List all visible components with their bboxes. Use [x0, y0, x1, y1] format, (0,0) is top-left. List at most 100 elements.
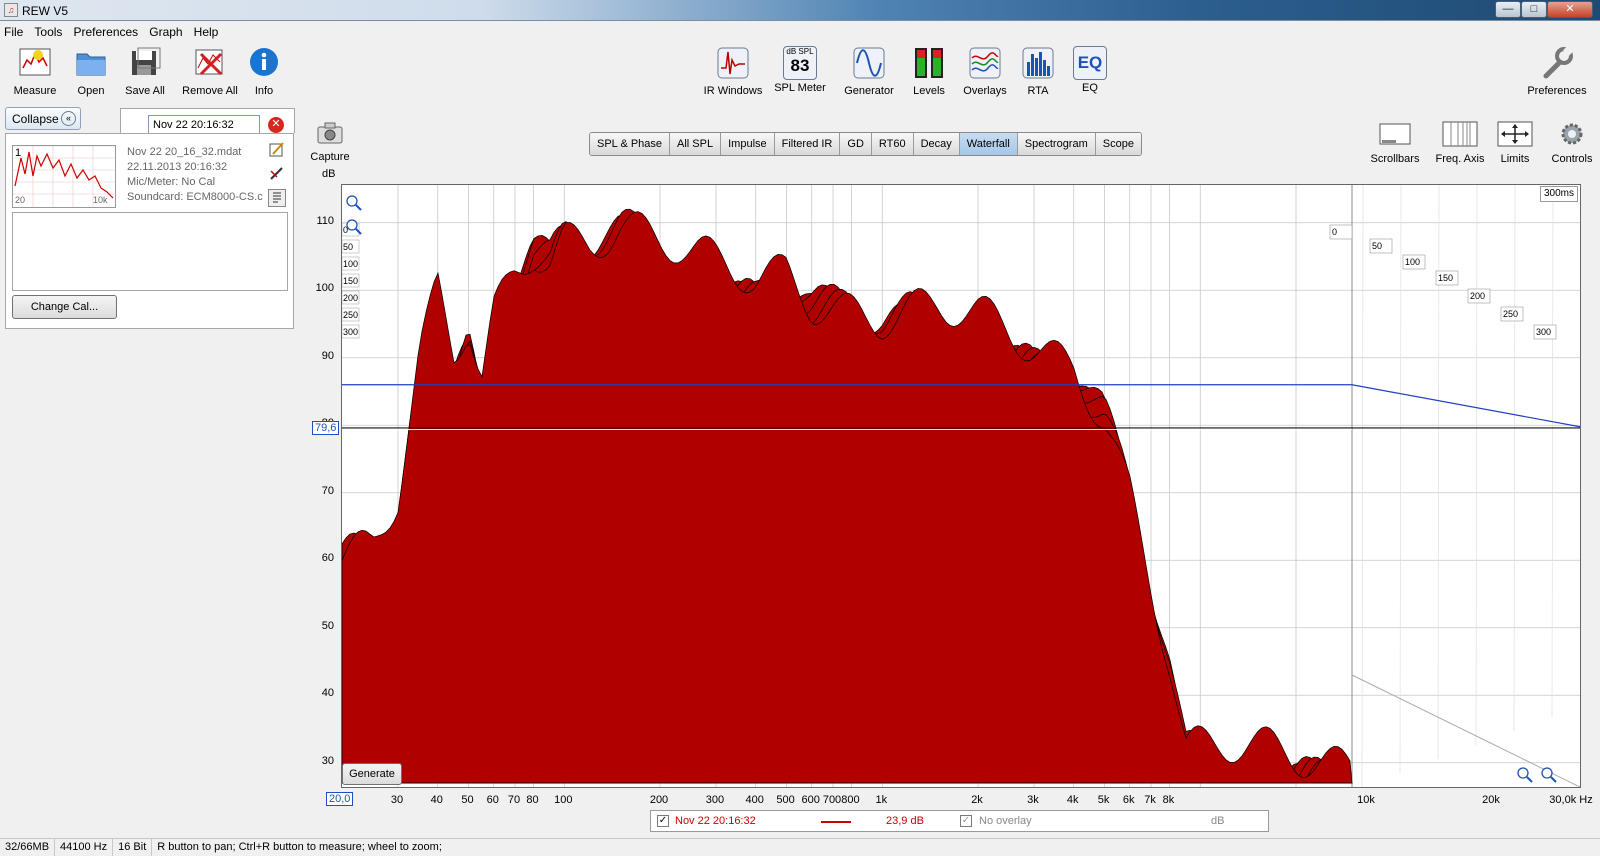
controls-button[interactable]: Controls — [1546, 120, 1598, 165]
x-tick-label: 700 — [822, 794, 842, 806]
x-tick-label: 1k — [875, 794, 888, 806]
time-slice-label-left: 100 — [343, 259, 358, 269]
x-tick-label: 8k — [1162, 794, 1175, 806]
maximize-button[interactable]: □ — [1521, 1, 1547, 18]
tab-filtered-ir[interactable]: Filtered IR — [774, 133, 841, 155]
menu-tools[interactable]: Tools — [30, 22, 66, 39]
menu-graph[interactable]: Graph — [145, 22, 186, 39]
scrollbars-button[interactable]: Scrollbars — [1366, 120, 1424, 165]
measurement-checkbox[interactable]: ✓ — [657, 815, 669, 827]
tab-gd[interactable]: GD — [840, 133, 872, 155]
side-grid-line — [1513, 185, 1516, 732]
tab-all-spl[interactable]: All SPL — [670, 133, 722, 155]
status-hint: R button to pan; Ctrl+R button to measur… — [157, 841, 442, 853]
generator-button[interactable]: Generator — [840, 46, 898, 97]
remove-measurement-icon[interactable]: ✕ — [268, 117, 284, 133]
thumbnail-index: 1 — [15, 147, 22, 159]
measurement-filename: Nov 22 20_16_32.mdat — [127, 146, 242, 158]
freq-axis-button[interactable]: Freq. Axis — [1430, 120, 1490, 165]
spl-meter-button[interactable]: dB SPL 83 SPL Meter — [770, 46, 830, 94]
change-cal-button[interactable]: Change Cal... — [12, 295, 117, 319]
measurement-date: 22.11.2013 20:16:32 — [127, 161, 228, 173]
measurement-notes[interactable] — [12, 212, 288, 291]
legend: ✓ Nov 22 20:16:32 23,9 dB ✓ No overlay d… — [650, 810, 1269, 832]
x-tick-label: 3k — [1027, 794, 1039, 806]
minimize-button[interactable]: — — [1495, 1, 1521, 18]
capture-button[interactable]: Capture — [306, 120, 354, 163]
notes-icon[interactable] — [268, 189, 286, 207]
levels-button[interactable]: Levels — [906, 46, 952, 97]
save-icon — [132, 47, 161, 75]
open-button[interactable]: Open — [66, 46, 116, 97]
limits-button[interactable]: Limits — [1492, 120, 1538, 165]
close-button[interactable]: ✕ — [1547, 1, 1593, 18]
info-button[interactable]: Info — [244, 46, 284, 97]
tab-decay[interactable]: Decay — [913, 133, 960, 155]
title-bar: ♫ REW V5 — □ ✕ — [0, 0, 1600, 21]
tab-rt60[interactable]: RT60 — [871, 133, 914, 155]
waterfall-plot[interactable]: 0 50 100 150 200 250 300 0 50 100 150 200 250 300 — [341, 184, 1581, 788]
tab-spl-phase[interactable]: SPL & Phase — [590, 133, 671, 155]
waterfall-graph[interactable]: 050100150200250300050100150200250300 — [342, 185, 1580, 787]
double-chevron-left-icon: « — [61, 111, 76, 126]
menu-file[interactable]: File — [0, 22, 27, 39]
overlays-button[interactable]: Overlays — [958, 46, 1012, 97]
save-all-button[interactable]: Save All — [118, 46, 172, 97]
x-tick-label: 30,0k Hz — [1549, 794, 1593, 806]
zoom-icon — [1517, 767, 1529, 779]
collapse-button[interactable]: Collapse « — [5, 107, 81, 130]
menu-preferences[interactable]: Preferences — [69, 22, 142, 39]
side-grid-line — [1361, 185, 1364, 787]
x-tick-label: 70 — [507, 794, 521, 806]
x-tick-label: 5k — [1097, 794, 1110, 806]
tab-waterfall[interactable]: Waterfall — [959, 133, 1018, 155]
limits-icon — [1497, 121, 1533, 147]
eq-icon: EQ — [1073, 46, 1107, 80]
zoom-icon-handle — [355, 204, 362, 211]
gear-icon — [1561, 123, 1583, 145]
overlays-icon — [969, 47, 1001, 79]
measure-button[interactable]: Measure — [10, 46, 60, 97]
y-axis-label: dB — [322, 168, 336, 180]
time-slice-label-left: 300 — [343, 327, 358, 337]
edit-measurement-icon[interactable] — [268, 141, 286, 159]
rta-button[interactable]: RTA — [1018, 46, 1058, 97]
overlay-checkbox[interactable]: ✓ — [960, 815, 972, 827]
tab-impulse[interactable]: Impulse — [721, 133, 775, 155]
y-tick-label: 40 — [321, 687, 334, 700]
x-tick-label: 50 — [461, 794, 474, 806]
generate-button[interactable]: Generate — [342, 763, 402, 785]
wrench-icon — [1543, 46, 1573, 79]
ir-windows-button[interactable]: IR Windows — [700, 46, 766, 97]
remove-all-button[interactable]: Remove All — [178, 46, 242, 97]
legend-overlay-unit: dB — [1211, 815, 1225, 827]
measurement-thumbnail[interactable]: 1 20 10k — [12, 145, 116, 208]
tab-spectrogram[interactable]: Spectrogram — [1017, 133, 1096, 155]
time-slice-label: 50 — [1372, 241, 1382, 251]
spl-meter-icon: dB SPL 83 — [783, 46, 817, 80]
x-tick-label: 300 — [705, 794, 725, 806]
tab-scope[interactable]: Scope — [1095, 133, 1141, 155]
preferences-button[interactable]: Preferences — [1522, 46, 1592, 97]
x-tick-label: 20k — [1482, 794, 1500, 806]
measurement-name-field[interactable]: Nov 22 20:16:32 — [148, 115, 260, 135]
time-slice-label: 250 — [1503, 309, 1518, 319]
zoom-icon — [1541, 767, 1553, 779]
legend-line-swatch — [821, 821, 851, 823]
menu-help[interactable]: Help — [190, 22, 223, 39]
time-slice-label-left: 200 — [343, 293, 358, 303]
time-slice-label: 0 — [1332, 227, 1337, 237]
levels-icon — [915, 48, 943, 78]
y-tick-label: 90 — [321, 349, 334, 362]
zoom-icon-handle — [1526, 776, 1533, 783]
pen-icon[interactable] — [268, 165, 286, 183]
x-min-field[interactable]: 20,0 — [326, 792, 354, 806]
time-slice-label-left: 150 — [343, 276, 358, 286]
y-tick-label: 100 — [315, 282, 334, 295]
eq-button[interactable]: EQ EQ — [1070, 46, 1110, 94]
zoom-icon — [346, 219, 358, 231]
measurement-soundcard: Soundcard: ECM8000-CS.c — [127, 191, 263, 203]
x-tick-label: 200 — [649, 794, 669, 806]
measurement-mic: Mic/Meter: No Cal — [127, 176, 216, 188]
scrollbars-icon — [1379, 123, 1411, 145]
